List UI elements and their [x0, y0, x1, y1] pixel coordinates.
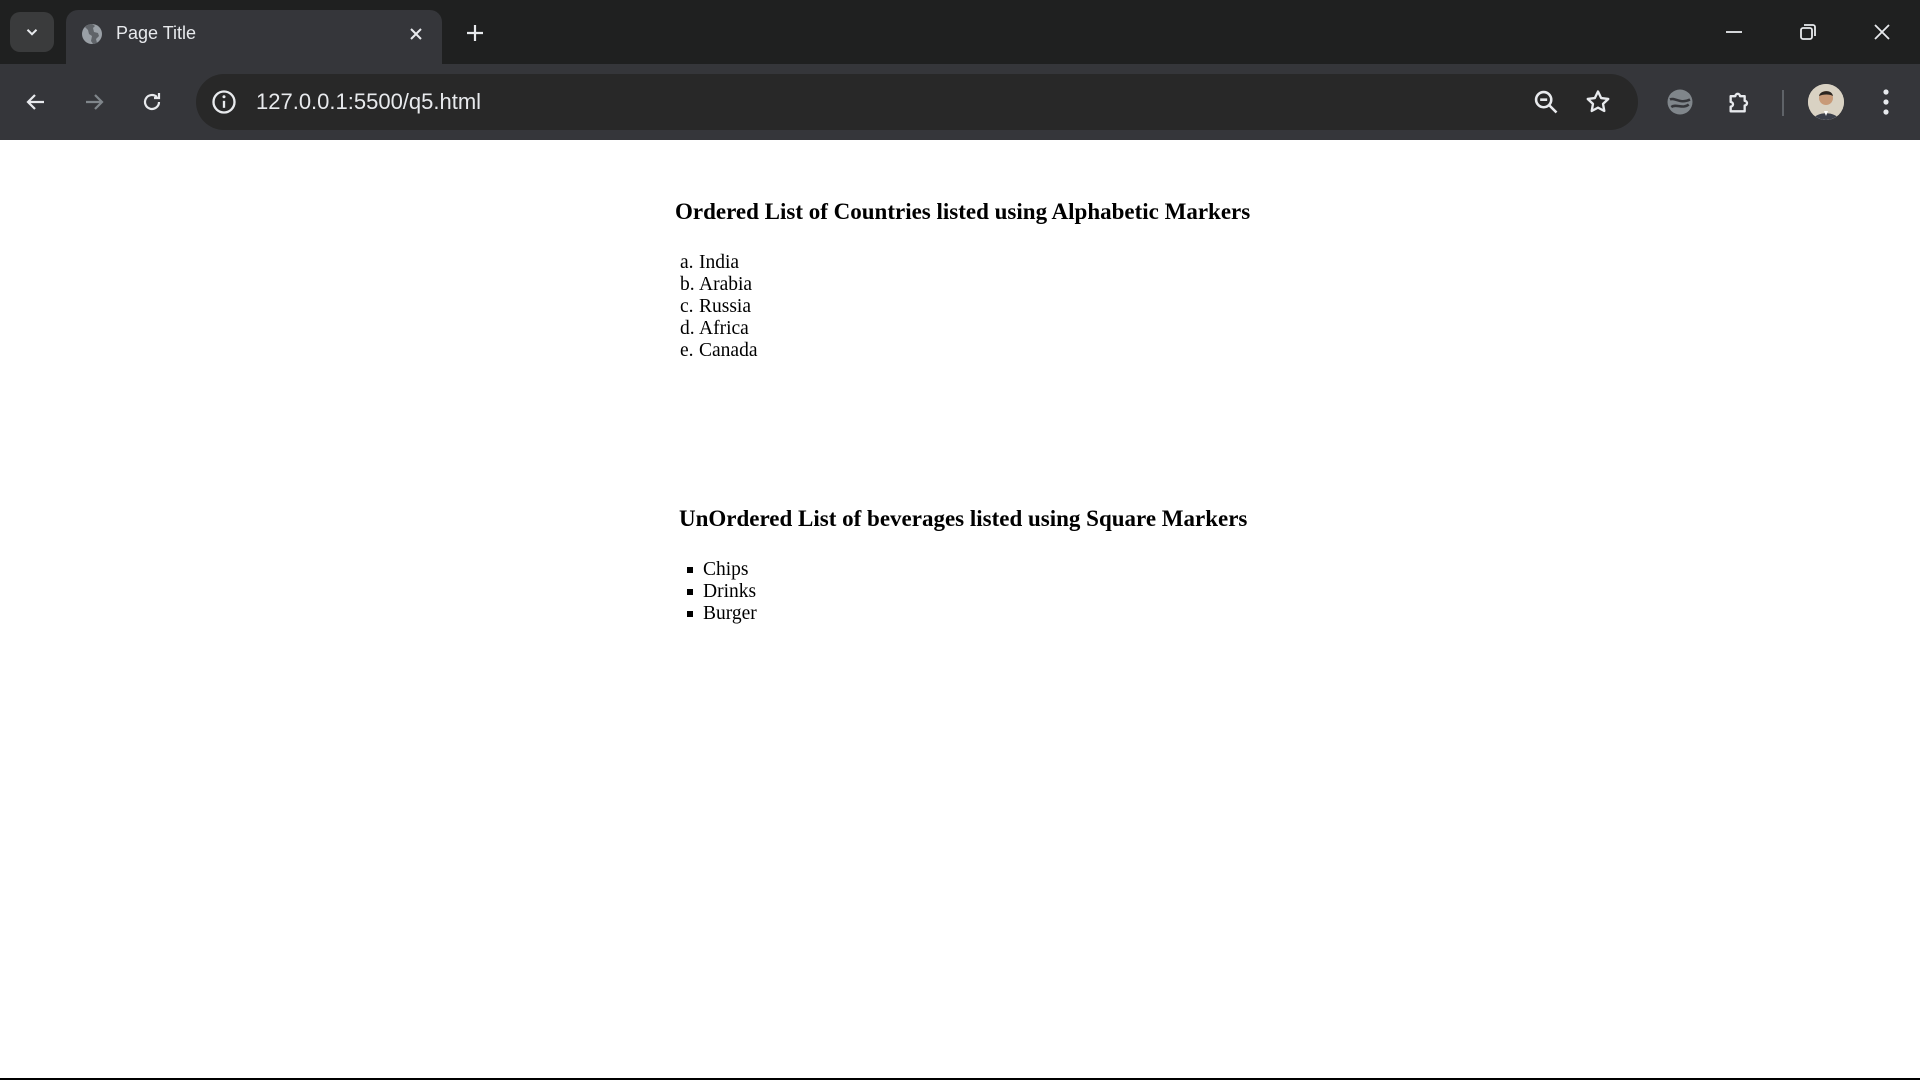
minimize-icon	[1726, 31, 1742, 33]
close-window-icon	[1874, 24, 1890, 40]
reload-icon	[143, 93, 161, 111]
list-marker: d.	[680, 318, 695, 339]
puzzle-icon	[1729, 92, 1749, 113]
forward-icon	[86, 94, 104, 110]
country-name: India	[699, 252, 740, 273]
close-icon	[410, 28, 422, 40]
countries-ordered-list: a. India b. Arabia c. Russia d. Africa e. Canada	[680, 252, 757, 362]
zoom-icon[interactable]	[1532, 88, 1560, 116]
beverage-name: Chips	[703, 559, 749, 580]
beverages-unordered-list: Chips Drinks Burger	[679, 559, 757, 625]
country-name: Russia	[699, 296, 752, 317]
list-item: d. Africa	[680, 318, 757, 340]
tab-active[interactable]: Page Title	[66, 10, 442, 64]
unordered-list-heading: UnOrdered List of beverages listed using…	[679, 506, 1248, 531]
list-marker: e.	[680, 340, 694, 361]
tab-title: Page Title	[116, 23, 197, 43]
new-tab-button[interactable]	[458, 16, 492, 50]
list-item: b. Arabia	[680, 274, 757, 296]
country-name: Africa	[699, 318, 749, 339]
restore-button[interactable]	[1786, 12, 1830, 52]
extensions-menu-button[interactable]	[1722, 84, 1758, 120]
country-name: Arabia	[699, 274, 753, 295]
country-name: Canada	[699, 340, 758, 361]
tab-search-button[interactable]	[10, 12, 54, 52]
square-marker	[687, 611, 693, 617]
profile-avatar-icon	[1808, 84, 1844, 120]
list-item: Drinks	[679, 581, 757, 603]
list-item: a. India	[680, 252, 757, 274]
beverage-name: Drinks	[703, 581, 757, 602]
back-icon	[26, 94, 44, 110]
more-vert-icon	[1883, 89, 1889, 115]
toolbar-divider	[1782, 90, 1784, 116]
minimize-button[interactable]	[1712, 12, 1756, 52]
list-item: e. Canada	[680, 340, 757, 362]
square-marker	[687, 589, 693, 595]
menu-button[interactable]	[1868, 84, 1904, 120]
extension-icon	[1667, 89, 1693, 115]
square-marker	[687, 567, 693, 573]
forward-button[interactable]	[74, 82, 114, 122]
tab-close-button[interactable]	[404, 22, 428, 46]
address-bar[interactable]: 127.0.0.1:5500/q5.html	[196, 74, 1638, 130]
page-content: Ordered List of Countries listed using A…	[0, 140, 1920, 1078]
info-icon[interactable]	[210, 88, 238, 116]
reload-button[interactable]	[132, 82, 172, 122]
extension-button[interactable]	[1662, 84, 1698, 120]
beverage-name: Burger	[703, 603, 757, 624]
tab-strip: Page Title	[0, 0, 1920, 64]
ordered-list-heading: Ordered List of Countries listed using A…	[675, 199, 1251, 224]
browser-toolbar: 127.0.0.1:5500/q5.html	[0, 64, 1920, 140]
url-text[interactable]: 127.0.0.1:5500/q5.html	[256, 89, 481, 115]
list-item: Burger	[679, 603, 757, 625]
list-marker: b.	[680, 274, 695, 295]
list-item: c. Russia	[680, 296, 757, 318]
avatar[interactable]	[1808, 84, 1844, 120]
star-icon[interactable]	[1584, 88, 1612, 116]
close-window-button[interactable]	[1860, 12, 1904, 52]
list-marker: c.	[680, 296, 694, 317]
list-item: Chips	[679, 559, 757, 581]
plus-icon	[467, 25, 483, 41]
restore-icon	[1800, 24, 1816, 40]
list-marker: a.	[680, 252, 694, 273]
chevron-down-icon	[26, 29, 38, 36]
back-button[interactable]	[16, 82, 56, 122]
globe-icon	[82, 24, 102, 44]
